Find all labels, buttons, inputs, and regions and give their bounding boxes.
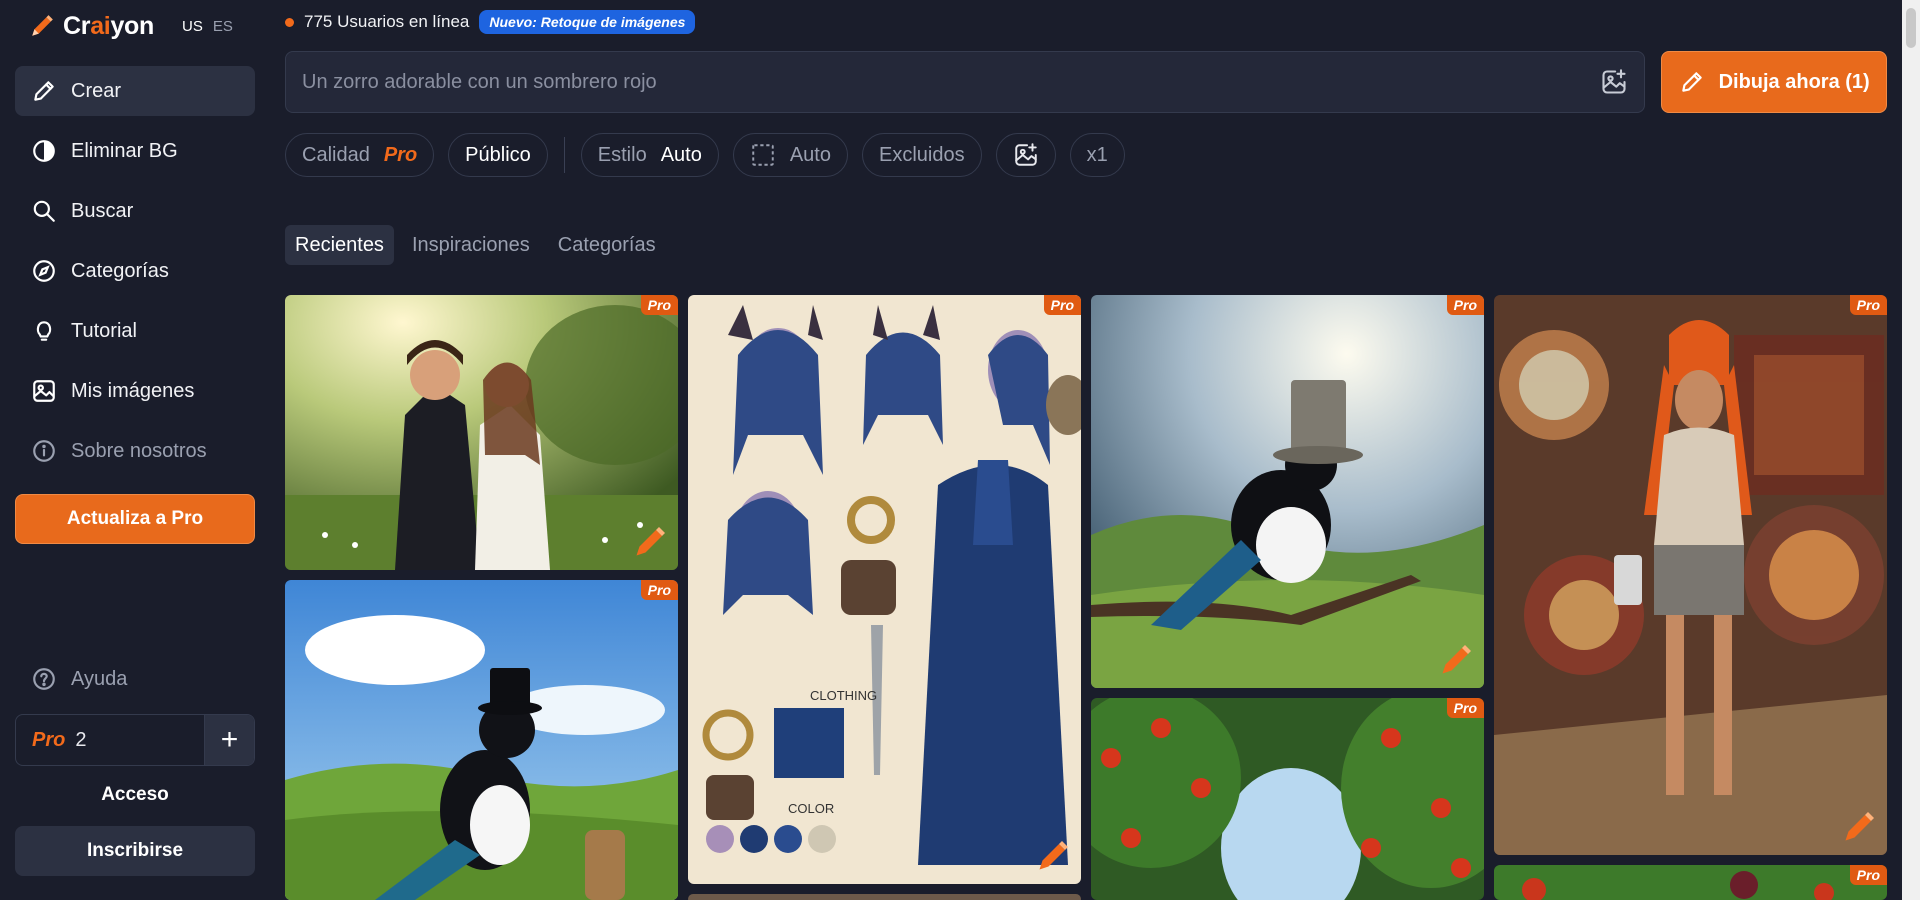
- gallery-image-couple[interactable]: Pro: [285, 295, 678, 570]
- sidebar-item-sobre-nosotros[interactable]: Sobre nosotros: [15, 426, 255, 476]
- apples-image: [1494, 865, 1887, 900]
- status-bar: 775 Usuarios en línea Nuevo: Retoque de …: [285, 0, 1887, 44]
- users-online: 775 Usuarios en línea: [304, 12, 470, 31]
- orchard-image: [1091, 698, 1484, 900]
- sidebar: Craiyon US ES Crear Eliminar BG Buscar C…: [0, 0, 270, 900]
- sidebar-item-label: Mis imágenes: [71, 379, 195, 402]
- tab-recientes[interactable]: Recientes: [285, 225, 394, 265]
- sidebar-item-mis-imagenes[interactable]: Mis imágenes: [15, 366, 255, 416]
- sidebar-item-tutorial[interactable]: Tutorial: [15, 306, 255, 356]
- add-credits-button[interactable]: +: [204, 715, 254, 765]
- aspect-ratio-icon: [752, 144, 774, 166]
- online-dot-icon: [285, 17, 294, 27]
- logo-text[interactable]: Craiyon: [63, 12, 154, 41]
- compass-icon: [33, 260, 55, 282]
- style-chip[interactable]: Estilo Auto: [580, 133, 719, 177]
- help-link[interactable]: Ayuda: [15, 654, 255, 704]
- sidebar-item-label: Buscar: [71, 199, 134, 222]
- prompt-box: [285, 51, 1646, 113]
- gallery-image-apples[interactable]: Pro: [1494, 865, 1887, 900]
- prompt-input[interactable]: [302, 70, 1601, 94]
- sidebar-item-label: Categorías: [71, 259, 169, 282]
- sidebar-item-label: Eliminar BG: [71, 139, 178, 162]
- prompt-row: Dibuja ahora (1): [285, 51, 1887, 113]
- contrast-icon: [33, 140, 55, 162]
- main-content: 775 Usuarios en línea Nuevo: Retoque de …: [285, 0, 1887, 900]
- svg-text:CLOTHING: CLOTHING: [810, 688, 877, 703]
- new-feature-badge[interactable]: Nuevo: Retoque de imágenes: [479, 10, 696, 34]
- character-sheet-image: CLOTHING COLOR: [688, 295, 1081, 884]
- add-image-icon: [1014, 143, 1037, 166]
- draw-now-button[interactable]: Dibuja ahora (1): [1661, 51, 1887, 113]
- login-button[interactable]: Acceso: [15, 770, 255, 820]
- pro-badge: Pro: [640, 580, 678, 600]
- page-scrollbar[interactable]: [1902, 0, 1920, 900]
- visibility-chip[interactable]: Público: [448, 133, 548, 177]
- excluded-chip[interactable]: Excluidos: [862, 133, 982, 177]
- pro-badge: Pro: [640, 295, 678, 315]
- help-icon: [33, 668, 55, 690]
- divider: [563, 137, 565, 173]
- gallery-image-magpie-hat[interactable]: Pro: [285, 580, 678, 900]
- pro-badge: Pro: [1043, 295, 1081, 315]
- image-icon: [33, 380, 55, 402]
- tab-inspiraciones[interactable]: Inspiraciones: [402, 225, 540, 265]
- pro-badge: Pro: [1849, 865, 1887, 885]
- gallery-image-partial[interactable]: [688, 894, 1081, 900]
- image-upload-chip[interactable]: [995, 133, 1056, 177]
- tab-categorias[interactable]: Categorías: [548, 225, 666, 265]
- sidebar-bottom: Ayuda Pro 2 + Acceso Inscribirse: [15, 654, 255, 876]
- magpie-branch-image: [1091, 295, 1484, 688]
- svg-text:COLOR: COLOR: [788, 801, 834, 816]
- options-bar: Calidad Pro Público Estilo Auto Auto Exc…: [285, 133, 1887, 177]
- brand: Craiyon US ES: [15, 0, 255, 52]
- pro-badge: Pro: [1849, 295, 1887, 315]
- couple-image: [285, 295, 678, 570]
- sidebar-item-label: Sobre nosotros: [71, 439, 207, 462]
- gallery-image-character-sheet[interactable]: CLOTHING COLOR Pro: [688, 295, 1081, 884]
- sidebar-item-label: Tutorial: [71, 319, 137, 342]
- lang-us[interactable]: US: [182, 18, 203, 35]
- edit-brush-icon[interactable]: [1035, 838, 1071, 874]
- edit-brush-icon[interactable]: [632, 524, 668, 560]
- lang-es[interactable]: ES: [213, 18, 233, 35]
- scrollbar-thumb[interactable]: [1906, 8, 1916, 48]
- lightbulb-icon: [36, 321, 52, 341]
- sidebar-nav: Crear Eliminar BG Buscar Categorías Tuto…: [15, 66, 255, 476]
- sidebar-item-buscar[interactable]: Buscar: [15, 186, 255, 236]
- gallery-image-orchard[interactable]: Pro: [1091, 698, 1484, 900]
- count-chip[interactable]: x1: [1069, 133, 1125, 177]
- edit-brush-icon[interactable]: [1841, 809, 1877, 845]
- gallery-image-magpie-branch[interactable]: Pro: [1091, 295, 1484, 688]
- upgrade-pro-button[interactable]: Actualiza a Pro: [15, 494, 255, 544]
- pro-badge: Pro: [1446, 698, 1484, 718]
- gallery-image-woman-mural[interactable]: Pro: [1494, 295, 1887, 855]
- magpie-image: [285, 580, 678, 900]
- pro-badge: Pro: [1446, 295, 1484, 315]
- signup-button[interactable]: Inscribirse: [15, 826, 255, 876]
- sidebar-item-label: Crear: [71, 79, 122, 102]
- image-gallery: Pro Pro CLOTHING COLOR Pro Pro Pro Pro P…: [285, 295, 1887, 900]
- edit-brush-icon[interactable]: [1438, 642, 1474, 678]
- pro-credits: Pro 2 +: [15, 714, 255, 766]
- quality-chip[interactable]: Calidad Pro: [285, 133, 435, 177]
- pro-credits-count: Pro 2: [32, 728, 87, 751]
- crayon-logo-icon: [32, 15, 53, 36]
- woman-mural-image: [1494, 295, 1887, 855]
- pencil-icon: [1681, 72, 1702, 92]
- info-icon: [33, 440, 55, 462]
- language-switch: US ES: [182, 18, 233, 35]
- sidebar-item-eliminar-bg[interactable]: Eliminar BG: [15, 126, 255, 176]
- gallery-tabs: Recientes Inspiraciones Categorías: [285, 225, 1887, 265]
- add-image-icon[interactable]: [1600, 68, 1628, 96]
- aspect-ratio-chip[interactable]: Auto: [732, 133, 848, 177]
- search-icon: [33, 200, 55, 222]
- sidebar-item-categorias[interactable]: Categorías: [15, 246, 255, 296]
- sidebar-item-crear[interactable]: Crear: [15, 66, 255, 116]
- pencil-icon: [34, 81, 54, 101]
